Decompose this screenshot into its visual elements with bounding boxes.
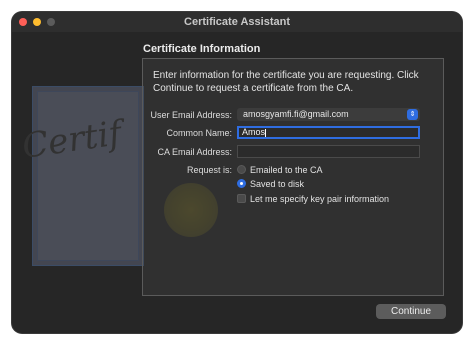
ca-email-field[interactable] bbox=[237, 145, 420, 158]
radio-saved[interactable] bbox=[237, 179, 246, 188]
intro-line-1: Enter information for the certificate yo… bbox=[153, 70, 419, 81]
email-label: User Email Address: bbox=[150, 110, 232, 120]
section-heading: Certificate Information bbox=[143, 43, 261, 55]
chevron-updown-icon: ⇕ bbox=[407, 109, 418, 120]
intro-text: Enter information for the certificate yo… bbox=[153, 69, 433, 95]
radio-emailed[interactable] bbox=[237, 165, 246, 174]
email-popup[interactable]: amosgyamfi.fi@gmail.com ⇕ bbox=[237, 108, 420, 121]
common-name-field[interactable]: Amos bbox=[237, 126, 420, 139]
common-name-value: Amos bbox=[242, 127, 266, 137]
common-name-label: Common Name: bbox=[166, 128, 232, 138]
continue-button[interactable]: Continue bbox=[376, 304, 446, 319]
request-label: Request is: bbox=[186, 165, 232, 175]
intro-line-2: Continue to request a certificate from t… bbox=[153, 83, 354, 94]
titlebar: Certificate Assistant bbox=[12, 12, 462, 32]
option-emailed-label[interactable]: Emailed to the CA bbox=[250, 165, 323, 175]
text-caret bbox=[265, 128, 267, 137]
option-saved-label[interactable]: Saved to disk bbox=[250, 179, 304, 189]
window-title: Certificate Assistant bbox=[184, 16, 290, 28]
keypair-label[interactable]: Let me specify key pair information bbox=[250, 194, 389, 204]
keypair-checkbox[interactable] bbox=[237, 194, 246, 203]
email-value: amosgyamfi.fi@gmail.com bbox=[243, 109, 349, 119]
ca-email-label: CA Email Address: bbox=[157, 147, 232, 157]
